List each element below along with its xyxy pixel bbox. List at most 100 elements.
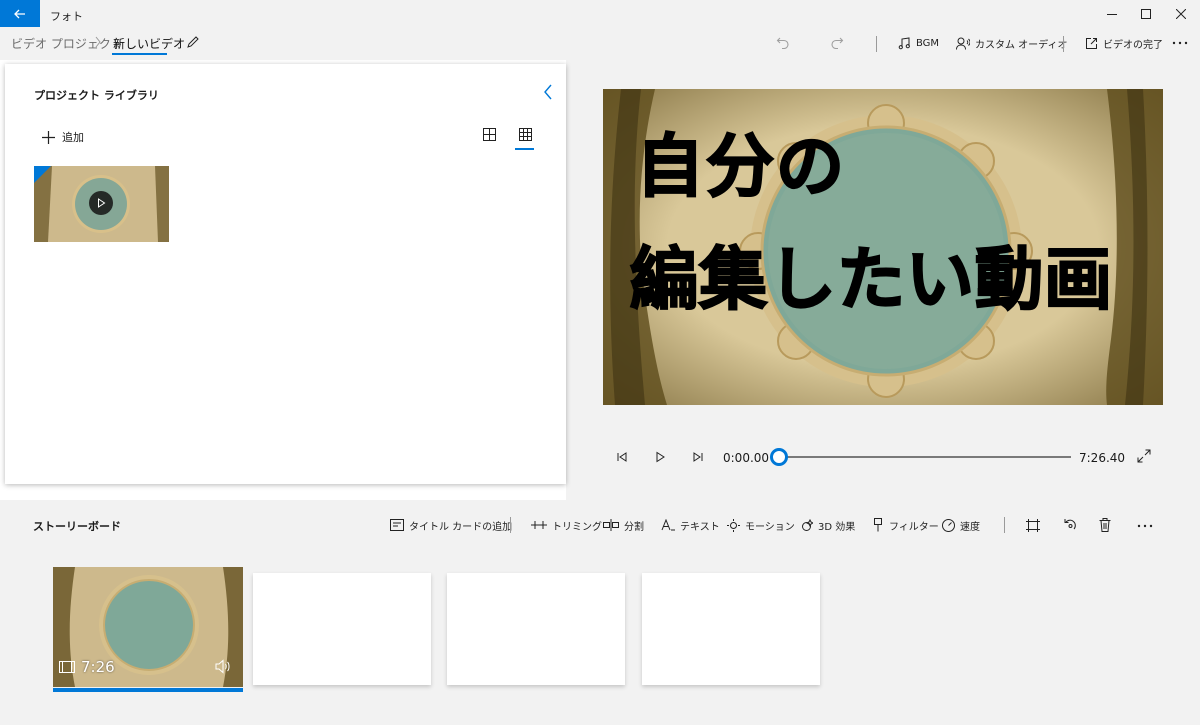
breadcrumb-new-video[interactable]: 新しいビデオ [113,35,185,52]
step-forward-button[interactable] [690,449,706,465]
chevron-right-icon [94,36,102,48]
bgm-label: BGM [916,37,940,49]
trim-icon [531,519,547,531]
sparkle-3d-icon [800,518,813,532]
custom-audio-label: カスタム オーディオ [975,39,1068,51]
preview-overlay-text-line2: 編集したい動画 [629,241,1114,320]
rotate-button[interactable] [1063,517,1077,533]
tool-divider [510,517,511,533]
3d-effects-button[interactable]: 3D 効果 [800,517,855,533]
motion-button[interactable]: モーション [727,517,795,533]
storyboard-empty-slot[interactable] [253,573,431,685]
clip-duration-text: 7:26 [81,658,115,676]
storyboard-empty-slot[interactable] [642,573,820,685]
tool-divider [1004,517,1005,533]
redo-icon [830,35,844,49]
close-button[interactable] [1162,0,1200,28]
large-grid-icon [483,128,496,141]
project-library-title: プロジェクト ライブラリ [34,89,159,102]
step-forward-icon [692,451,704,463]
custom-audio-button[interactable]: カスタム オーディオ [956,35,1067,51]
text-button[interactable]: テキスト [661,517,720,533]
more-icon [1172,35,1188,49]
add-title-card-label: タイトル カードの追加 [409,521,513,533]
filters-label: フィルター [889,521,939,533]
plus-icon [42,130,55,144]
clip-volume-button[interactable] [215,659,232,674]
small-grid-icon [518,128,532,150]
collapse-library-button[interactable] [543,84,553,100]
clip-selected-indicator [53,688,243,692]
minimize-button[interactable] [1093,0,1131,28]
close-icon [1176,9,1186,19]
motion-icon [727,518,740,532]
rotate-icon [1063,518,1077,532]
storyboard-empty-slot[interactable] [447,573,625,685]
finish-video-button[interactable]: ビデオの完了 [1085,35,1163,51]
trim-label: トリミング [552,521,602,533]
toolbar-divider [1063,36,1064,52]
title-bar [0,0,1200,28]
video-preview[interactable]: 自分の 編集したい動画 [603,89,1163,405]
resize-frame-icon [1026,518,1040,532]
toolbar-divider [876,36,877,52]
pencil-icon [186,35,200,49]
split-icon [603,519,619,531]
back-button[interactable] [0,0,40,27]
step-back-icon [616,451,628,463]
trim-button[interactable]: トリミング [531,517,602,533]
text-label: テキスト [680,521,720,533]
preview-overlay-text-line1: 自分の [635,128,847,207]
bgm-button[interactable]: BGM [898,35,939,51]
speed-label: 速度 [960,521,980,533]
breadcrumb-active-indicator [112,53,167,55]
add-title-card-button[interactable]: タイトル カードの追加 [390,517,512,533]
back-arrow-icon [14,9,26,19]
title-card-icon [390,519,404,531]
project-library-panel: プロジェクト ライブラリ 追加 [5,64,566,484]
undo-button[interactable] [776,35,790,49]
large-grid-view-button[interactable] [483,128,496,141]
seek-thumb[interactable] [770,448,788,466]
motion-label: モーション [745,521,795,533]
redo-button[interactable] [830,35,844,49]
music-note-icon [898,36,911,50]
filter-brush-icon [872,518,884,532]
play-button[interactable] [652,449,668,465]
finish-video-label: ビデオの完了 [1103,39,1163,51]
more-options-button[interactable] [1172,35,1188,49]
storyboard-title: ストーリーボード [33,520,121,533]
maximize-icon [1141,9,1151,19]
more-icon [1137,518,1153,532]
fullscreen-button[interactable] [1137,449,1151,463]
seek-bar[interactable] [779,456,1071,458]
play-icon [654,451,666,463]
speaker-icon [215,659,232,674]
film-strip-icon [59,661,75,673]
speed-button[interactable]: 速度 [942,517,980,533]
small-grid-view-button[interactable] [515,126,535,150]
storyboard-more-button[interactable] [1137,517,1153,533]
maximize-button[interactable] [1127,0,1165,28]
add-media-button[interactable]: 追加 [42,129,84,145]
trash-icon [1099,518,1111,532]
step-back-button[interactable] [614,449,630,465]
breadcrumb-video-projects[interactable]: ビデオ プロジェクト [11,35,123,52]
view-selected-indicator [515,148,534,150]
total-time: 7:26.40 [1079,451,1126,465]
person-audio-icon [956,37,970,50]
speedometer-icon [942,518,955,532]
resize-button[interactable] [1026,517,1040,533]
selected-corner-badge [34,166,51,183]
play-overlay-icon[interactable] [89,191,113,215]
delete-button[interactable] [1099,517,1111,533]
current-time: 0:00.00 [723,451,770,465]
undo-icon [776,35,790,49]
expand-icon [1137,449,1151,463]
chevron-left-icon [543,84,553,100]
split-button[interactable]: 分割 [603,517,644,533]
app-title: フォト [50,10,83,23]
rename-button[interactable] [186,35,200,49]
filters-button[interactable]: フィルター [872,517,939,533]
clip-duration: 7:26 [59,658,115,676]
